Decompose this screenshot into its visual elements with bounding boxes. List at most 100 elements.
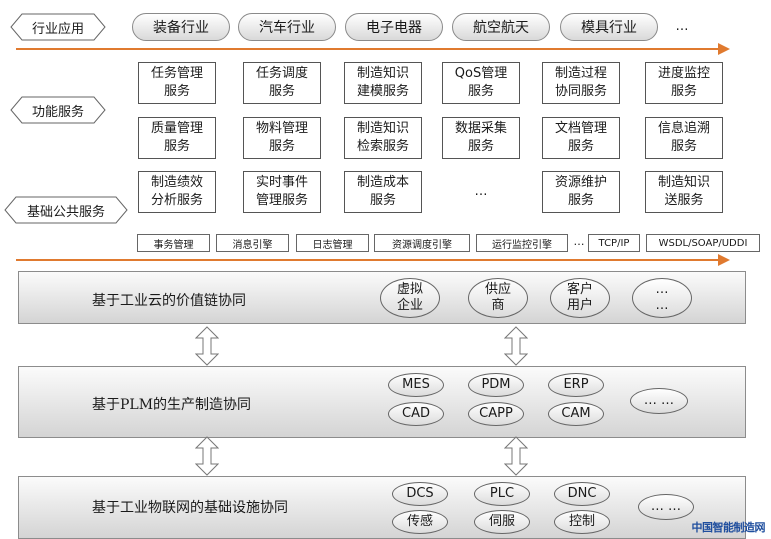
service-line: 制造绩效 [150, 175, 203, 190]
service-line: 任务管理 [150, 66, 203, 81]
service-line: QoS管理 [454, 66, 508, 81]
service-line: 服务 [467, 139, 494, 154]
node-line: 企业 [396, 298, 423, 313]
service-box: 制造过程 协同服务 [542, 62, 620, 104]
service-line: 任务调度 [255, 66, 308, 81]
service-line: 制造知识 [356, 121, 409, 136]
service-line: 服务 [567, 139, 594, 154]
service-line: 服务 [467, 84, 494, 99]
node-line: … [655, 298, 669, 313]
service-line: 文档管理 [554, 121, 607, 136]
service-line: 服务 [268, 84, 295, 99]
service-line: 协同服务 [554, 84, 607, 99]
service-line: 分析服务 [150, 193, 203, 208]
service-line: 服务 [369, 193, 396, 208]
service-box: 数据采集 服务 [442, 117, 520, 159]
layer-node: 客户 用户 [550, 278, 610, 318]
double-arrow-icon [504, 436, 528, 476]
layer-node: CAD [388, 402, 444, 426]
service-line: 制造过程 [554, 66, 607, 81]
node-line: 客户 [566, 282, 593, 297]
service-line: 进度监控 [657, 66, 710, 81]
industry-label-text: 行业应用 [31, 21, 84, 37]
double-arrow-icon [195, 326, 219, 366]
layer-node: ERP [548, 373, 604, 397]
layer-node: 控制 [554, 510, 610, 534]
service-box: 任务调度 服务 [243, 62, 321, 104]
layer-node: 供应商 [468, 278, 528, 318]
layer-node: CAPP [468, 402, 524, 426]
engine-box: WSDL/SOAP/UDDI [646, 234, 760, 252]
service-line: 服务 [670, 84, 697, 99]
industry-label: 行业应用 [10, 13, 106, 41]
layer-node: … … [630, 388, 688, 414]
arrow-head-icon [718, 254, 730, 266]
service-box: 任务管理 服务 [138, 62, 216, 104]
industry-ellipsis: … [675, 19, 689, 34]
layer-node: 传感 [392, 510, 448, 534]
function-label: 功能服务 [10, 96, 106, 124]
service-line: 实时事件 [255, 175, 308, 190]
layer-title: 基于PLM的生产制造协同 [92, 397, 252, 413]
function-label-text: 功能服务 [31, 104, 84, 120]
foundation-label-text: 基础公共服务 [26, 204, 105, 220]
service-box: 制造知识 检索服务 [344, 117, 422, 159]
engine-box: 事务管理 [137, 234, 210, 252]
node-line: … [655, 282, 669, 297]
engine-ellipsis: … [573, 235, 585, 248]
layer-node: …… [632, 278, 692, 318]
industry-pill: 汽车行业 [238, 13, 336, 41]
service-line: 服务 [268, 139, 295, 154]
engine-box: TCP/IP [588, 234, 640, 252]
layer-node: MES [388, 373, 444, 397]
service-box: 信息追溯 服务 [645, 117, 723, 159]
flow-arrow-top [16, 48, 720, 50]
service-line: 服务 [163, 139, 190, 154]
layer-node: PLC [474, 482, 530, 506]
watermark-logo: 中国智能制造网 [691, 521, 766, 534]
engine-box: 资源调度引擎 [374, 234, 470, 252]
layer-node: CAM [548, 402, 604, 426]
double-arrow-icon [195, 436, 219, 476]
layer-title: 基于工业云的价值链协同 [92, 293, 246, 309]
service-box: 制造成本 服务 [344, 171, 422, 213]
service-line: 服务 [670, 139, 697, 154]
service-box: 文档管理 服务 [542, 117, 620, 159]
service-box: 制造知识 送服务 [645, 171, 723, 213]
service-box: 制造绩效 分析服务 [138, 171, 216, 213]
node-line: 商 [491, 298, 505, 313]
node-line: 用户 [566, 298, 593, 313]
engine-box: 运行监控引擎 [476, 234, 568, 252]
service-line: 制造成本 [356, 175, 409, 190]
service-line: … [474, 184, 488, 199]
layer-node: DCS [392, 482, 448, 506]
service-line: 资源维护 [554, 175, 607, 190]
industry-pill: 模具行业 [560, 13, 658, 41]
service-line: 数据采集 [454, 121, 507, 136]
service-box: 资源维护 服务 [542, 171, 620, 213]
arrow-head-icon [718, 43, 730, 55]
service-box: 制造知识 建模服务 [344, 62, 422, 104]
flow-arrow-bottom [16, 259, 720, 261]
service-line: 信息追溯 [657, 121, 710, 136]
layer-node: 虚拟 企业 [380, 278, 440, 318]
service-box: 物料管理 服务 [243, 117, 321, 159]
service-line: 送服务 [664, 193, 704, 208]
service-line: 质量管理 [150, 121, 203, 136]
service-box: 实时事件 管理服务 [243, 171, 321, 213]
service-box: QoS管理服务 [442, 62, 520, 104]
service-box: 进度监控 服务 [645, 62, 723, 104]
industry-pill: 航空航天 [452, 13, 550, 41]
layer-title: 基于工业物联网的基础设施协同 [92, 500, 288, 516]
foundation-label: 基础公共服务 [4, 196, 128, 224]
service-ellipsis: … [442, 183, 520, 201]
service-line: 制造知识 [657, 175, 710, 190]
layer-node: 伺服 [474, 510, 530, 534]
service-line: 管理服务 [255, 193, 308, 208]
service-line: 服务 [163, 84, 190, 99]
service-line: 检索服务 [356, 139, 409, 154]
engine-box: 日志管理 [296, 234, 369, 252]
service-line: 服务 [567, 193, 594, 208]
industry-pill: 装备行业 [132, 13, 230, 41]
node-line: 供应 [484, 282, 511, 297]
